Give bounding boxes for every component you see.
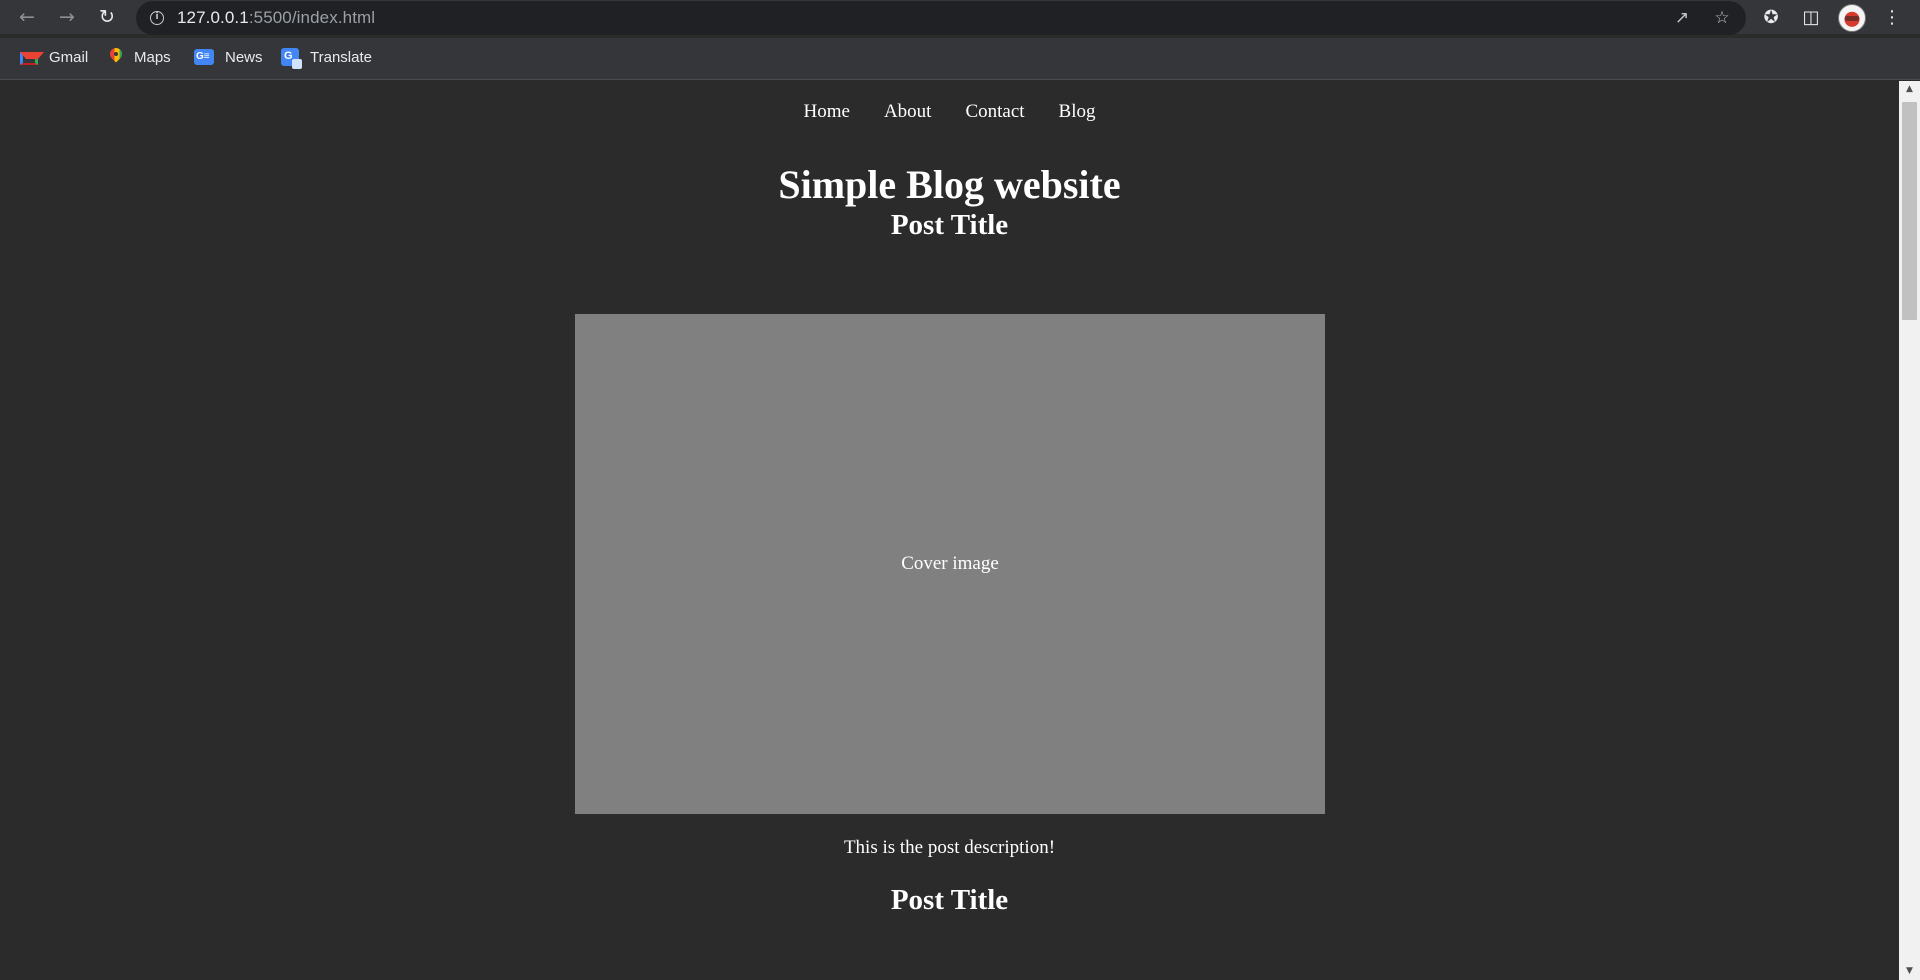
- scrollbar-thumb[interactable]: [1902, 102, 1917, 320]
- forward-button[interactable]: →: [53, 3, 81, 31]
- bookmark-label: Translate: [310, 48, 372, 66]
- browser-toolbar: ← → ↻ i 127.0.0.1:5500/index.html ↗ ☆ ✪ …: [0, 0, 1920, 35]
- scroll-down-arrow-icon[interactable]: ▼: [1899, 963, 1920, 980]
- menu-kebab-icon[interactable]: ⋮: [1878, 4, 1906, 32]
- cover-image-label: Cover image: [901, 553, 999, 574]
- news-icon: [194, 49, 214, 65]
- translate-icon: [281, 48, 302, 69]
- site-nav: Home About Contact Blog: [0, 97, 1899, 127]
- bookmark-news[interactable]: News: [194, 38, 263, 76]
- maps-icon: [109, 48, 123, 66]
- back-button[interactable]: ←: [13, 3, 41, 31]
- bookmark-label: Maps: [134, 48, 171, 66]
- gmail-icon: [20, 51, 44, 65]
- side-panel-icon[interactable]: ◫: [1797, 4, 1825, 32]
- bookmark-maps[interactable]: Maps: [109, 38, 171, 76]
- nav-link-about[interactable]: About: [884, 97, 932, 127]
- bookmark-label: News: [225, 48, 263, 66]
- post-description: This is the post description!: [843, 837, 1056, 858]
- bookmark-gmail[interactable]: Gmail: [20, 38, 88, 76]
- nav-link-contact[interactable]: Contact: [965, 97, 1024, 127]
- extensions-puzzle-icon[interactable]: ✪: [1757, 4, 1785, 32]
- post-title: Post Title: [890, 884, 1009, 916]
- nav-link-blog[interactable]: Blog: [1059, 97, 1096, 127]
- url-text[interactable]: 127.0.0.1:5500/index.html: [177, 1, 375, 35]
- reload-button[interactable]: ↻: [93, 3, 121, 31]
- page-title: Simple Blog website: [778, 162, 1121, 207]
- scroll-up-arrow-icon[interactable]: ▲: [1899, 81, 1920, 98]
- post-title: Post Title: [890, 209, 1009, 241]
- share-icon[interactable]: ↗: [1670, 6, 1694, 30]
- url-host: 127.0.0.1: [177, 8, 249, 27]
- page-scrollbar[interactable]: ▲ ▼: [1899, 81, 1920, 980]
- address-bar[interactable]: i 127.0.0.1:5500/index.html ↗ ☆: [136, 1, 1746, 35]
- post-cover-image: Cover image: [575, 314, 1325, 814]
- bookmark-star-icon[interactable]: ☆: [1710, 6, 1734, 30]
- nav-link-home[interactable]: Home: [804, 97, 850, 127]
- bookmark-label: Gmail: [49, 48, 89, 66]
- site-info-icon[interactable]: i: [150, 11, 164, 25]
- bookmarks-bar: Gmail Maps News Translate: [0, 38, 1920, 80]
- page-viewport: Home About Contact Blog Simple Blog webs…: [0, 81, 1899, 980]
- url-path: :5500/index.html: [248, 8, 376, 27]
- bookmark-translate[interactable]: Translate: [281, 38, 372, 76]
- profile-avatar[interactable]: [1838, 4, 1866, 32]
